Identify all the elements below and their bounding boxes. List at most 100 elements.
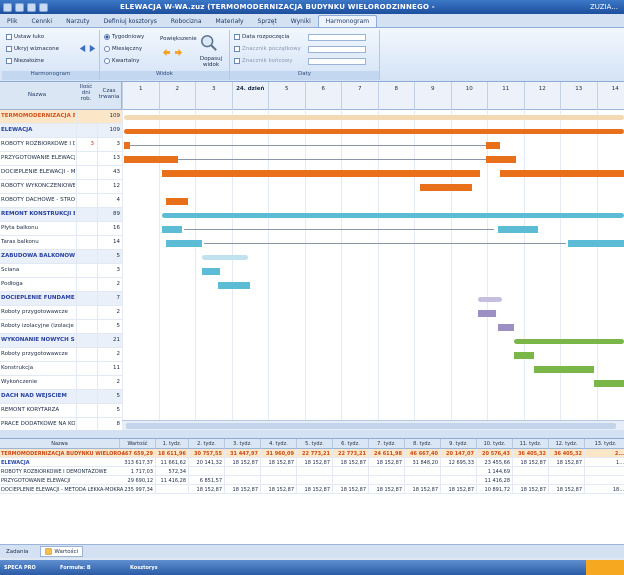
value-cell[interactable]: [369, 467, 405, 476]
task-workdays[interactable]: [76, 264, 96, 278]
column-header-week[interactable]: 5. tydz.: [297, 439, 333, 449]
group-row[interactable]: ELEWACJA 109: [0, 124, 122, 138]
task-workdays[interactable]: [76, 152, 96, 166]
task-workdays[interactable]: [76, 166, 96, 180]
task-workdays[interactable]: [76, 236, 96, 250]
task-duration[interactable]: 7: [97, 292, 122, 306]
summary-bar[interactable]: [478, 296, 502, 302]
task-bar[interactable]: [162, 225, 182, 233]
task-workdays[interactable]: [76, 208, 96, 222]
value-cell[interactable]: [369, 476, 405, 485]
column-header-week[interactable]: 4. tydz.: [261, 439, 297, 449]
value-cell[interactable]: [156, 485, 189, 494]
summary-bar[interactable]: [514, 338, 624, 344]
task-duration[interactable]: 3: [97, 264, 122, 278]
root-row[interactable]: TERMOMODERNIZACJA BUDYNKU... 109: [0, 110, 122, 124]
task-workdays[interactable]: [76, 110, 96, 124]
task-bar[interactable]: [500, 169, 624, 177]
scroll-thumb[interactable]: [126, 423, 616, 429]
column-header-week[interactable]: 13. tydz.: [585, 439, 624, 449]
task-bar[interactable]: [568, 239, 624, 247]
end-marker-field[interactable]: [308, 58, 366, 65]
option-znacznik-poczatkowy[interactable]: Znacznik początkowy: [234, 46, 301, 52]
task-row[interactable]: Taras balkonu 14: [0, 236, 122, 250]
warning-indicator[interactable]: [586, 560, 624, 575]
value-cell[interactable]: [585, 476, 624, 485]
redo-icon[interactable]: [27, 2, 36, 12]
value-cell[interactable]: 1...: [585, 458, 624, 467]
option-ukryj-wyznaczone[interactable]: Ukryj wiznacone: [6, 46, 59, 52]
value-cell[interactable]: [261, 476, 297, 485]
task-bar[interactable]: [202, 267, 220, 275]
value-cell[interactable]: 18 152,87: [405, 485, 441, 494]
task-workdays[interactable]: [76, 292, 96, 306]
task-duration[interactable]: 4: [97, 194, 122, 208]
value-cell[interactable]: 572,34: [156, 467, 189, 476]
horizontal-scrollbar[interactable]: [122, 420, 624, 430]
task-bar[interactable]: [534, 365, 594, 373]
value-cell[interactable]: [333, 476, 369, 485]
value-cell[interactable]: [441, 476, 477, 485]
tab-cenniki[interactable]: Cennki: [24, 15, 59, 27]
value-cell[interactable]: 24 611,98: [369, 449, 405, 458]
value-cell[interactable]: 20 141,32: [189, 458, 225, 467]
value-cell[interactable]: 1 717,03: [120, 467, 156, 476]
zoom-in-icon[interactable]: [174, 48, 183, 57]
value-cell[interactable]: 20 147,07: [441, 449, 477, 458]
task-bar[interactable]: [514, 351, 534, 359]
task-duration[interactable]: 109: [97, 124, 122, 138]
value-cell[interactable]: 18 152,87: [189, 485, 225, 494]
value-cell[interactable]: 18 152,87: [261, 485, 297, 494]
tab-wartosci[interactable]: Wartości: [40, 546, 84, 557]
value-cell[interactable]: 18 152,87: [549, 485, 585, 494]
task-duration[interactable]: 2: [97, 376, 122, 390]
task-workdays[interactable]: [76, 390, 96, 404]
task-row[interactable]: Płyta balkonu 16: [0, 222, 122, 236]
task-row[interactable]: Roboty przygotowawcze 2: [0, 348, 122, 362]
task-duration[interactable]: 2: [97, 306, 122, 320]
task-bar[interactable]: [124, 155, 178, 163]
option-ustaw-luko[interactable]: Ustaw łuko: [6, 34, 44, 40]
task-row[interactable]: ROBOTY WYKOŃCZENIOWE E... 12: [0, 180, 122, 194]
tab-sprzet[interactable]: Sprzęt: [251, 15, 284, 27]
value-cell[interactable]: [225, 467, 261, 476]
task-workdays[interactable]: [76, 376, 96, 390]
zoom-out-icon[interactable]: [162, 48, 171, 57]
save-icon[interactable]: [3, 2, 12, 12]
task-row[interactable]: Ściana 3: [0, 264, 122, 278]
value-cell[interactable]: [513, 476, 549, 485]
value-cell[interactable]: 31 960,09: [261, 449, 297, 458]
value-cell[interactable]: [405, 467, 441, 476]
summary-bar[interactable]: [124, 114, 624, 120]
tab-zadania[interactable]: Zadania: [2, 548, 32, 556]
task-workdays[interactable]: [76, 334, 96, 348]
value-cell[interactable]: 30 757,55: [189, 449, 225, 458]
value-cell[interactable]: [225, 476, 261, 485]
task-workdays[interactable]: [76, 194, 96, 208]
value-cell[interactable]: 18 152,87: [297, 458, 333, 467]
value-cell[interactable]: [189, 467, 225, 476]
value-cell[interactable]: 20 576,43: [477, 449, 513, 458]
value-cell[interactable]: 12 695,33: [441, 458, 477, 467]
value-cell[interactable]: 18 152,87: [513, 458, 549, 467]
date-start-field[interactable]: [308, 34, 366, 41]
task-bar[interactable]: [166, 197, 188, 205]
tab-definiuj-kosztorys[interactable]: Definiuj kosztorys: [97, 15, 164, 27]
value-cell[interactable]: 10 891,72: [477, 485, 513, 494]
task-workdays[interactable]: [76, 320, 96, 334]
value-cell[interactable]: [333, 467, 369, 476]
task-row[interactable]: Podłoga 2: [0, 278, 122, 292]
task-bar[interactable]: [420, 183, 472, 191]
value-cell[interactable]: 46 667,40: [405, 449, 441, 458]
task-bar[interactable]: [498, 323, 514, 331]
task-bar[interactable]: [486, 155, 516, 163]
value-cell[interactable]: 11 661,62: [156, 458, 189, 467]
task-workdays[interactable]: [76, 306, 96, 320]
task-duration[interactable]: 89: [97, 208, 122, 222]
tab-materialy[interactable]: Materiały: [209, 15, 251, 27]
value-cell[interactable]: 18 152,87: [549, 458, 585, 467]
arrow-left-icon[interactable]: [78, 44, 87, 53]
task-workdays[interactable]: [76, 348, 96, 362]
radio-tygodniowy[interactable]: Tygodniowy: [104, 34, 144, 40]
group-row[interactable]: ZABUDOWA BALKONÓW 5: [0, 250, 122, 264]
